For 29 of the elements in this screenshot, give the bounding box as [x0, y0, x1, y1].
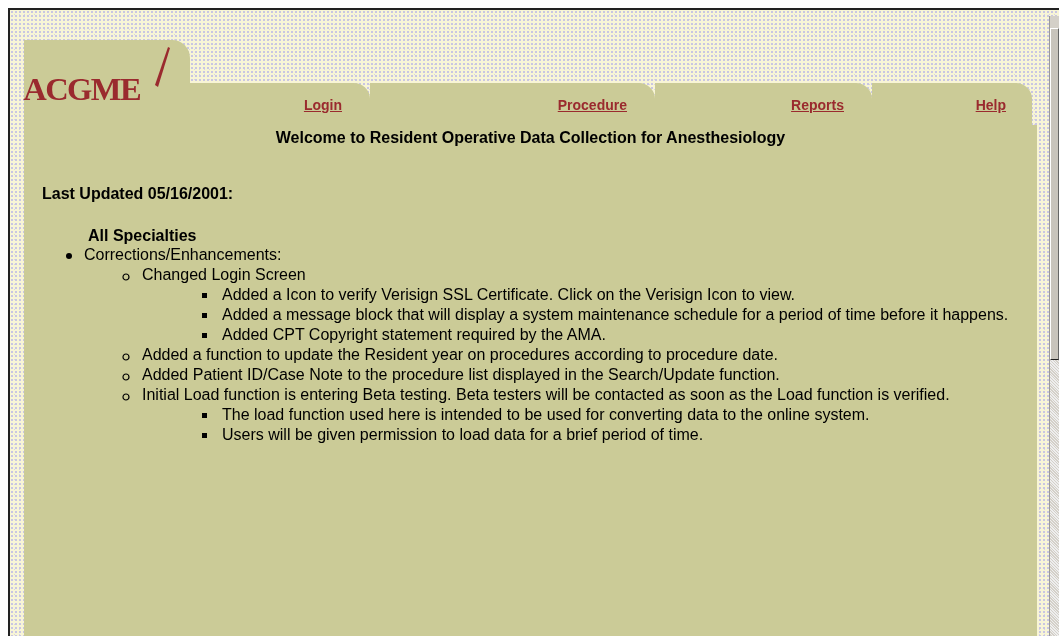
checkmark-icon	[154, 47, 170, 87]
bullet-icon	[122, 373, 130, 381]
logo: ACGME	[23, 74, 141, 105]
nav-tab[interactable]: Login	[303, 97, 342, 113]
bullet-icon	[202, 433, 207, 438]
bullet-icon	[202, 293, 207, 298]
list-item: Added CPT Copyright statement required by the AMA.	[222, 325, 606, 345]
bullet-icon	[122, 353, 130, 361]
list-item: Added a message block that will display a system maintenance schedule for a period of time before it happens.	[222, 305, 1009, 325]
bullet-icon	[122, 393, 130, 401]
list-item: Added a function to update the Resident year on procedures according to procedure date.	[142, 345, 778, 365]
nav-tab[interactable]: Help	[975, 97, 1006, 113]
bullet-icon	[202, 313, 207, 318]
list-item: The load function used here is intended to be used for converting data to the online system.	[222, 405, 870, 425]
list-item: Changed Login Screen	[142, 265, 306, 285]
bullet-icon	[122, 273, 130, 281]
list-item: Corrections/Enhancements:	[84, 245, 282, 265]
last-updated-heading: Last Updated 05/16/2001:	[42, 185, 235, 203]
list-item: Initial Load function is entering Beta testing. Beta testers will be contacted as soon as the Load function is verified.	[142, 385, 950, 405]
bullet-icon	[66, 253, 72, 259]
bullet-icon	[202, 413, 207, 418]
nav-tab[interactable]: Procedure	[557, 97, 627, 113]
bullet-icon	[202, 333, 207, 338]
page-title: Welcome to Resident Operative Data Collection for Anesthesiology	[274, 128, 787, 147]
list-item: Users will be given permission to load data for a brief period of time.	[222, 425, 704, 445]
list-item: Added a Icon to verify Verisign SSL Certificate. Click on the Verisign Icon to view.	[222, 285, 796, 305]
list-item: Added Patient ID/Case Note to the procedure list displayed in the Search/Update function.	[142, 365, 780, 385]
nav-tab[interactable]: Reports	[791, 97, 844, 113]
section-heading: All Specialties	[88, 227, 198, 245]
